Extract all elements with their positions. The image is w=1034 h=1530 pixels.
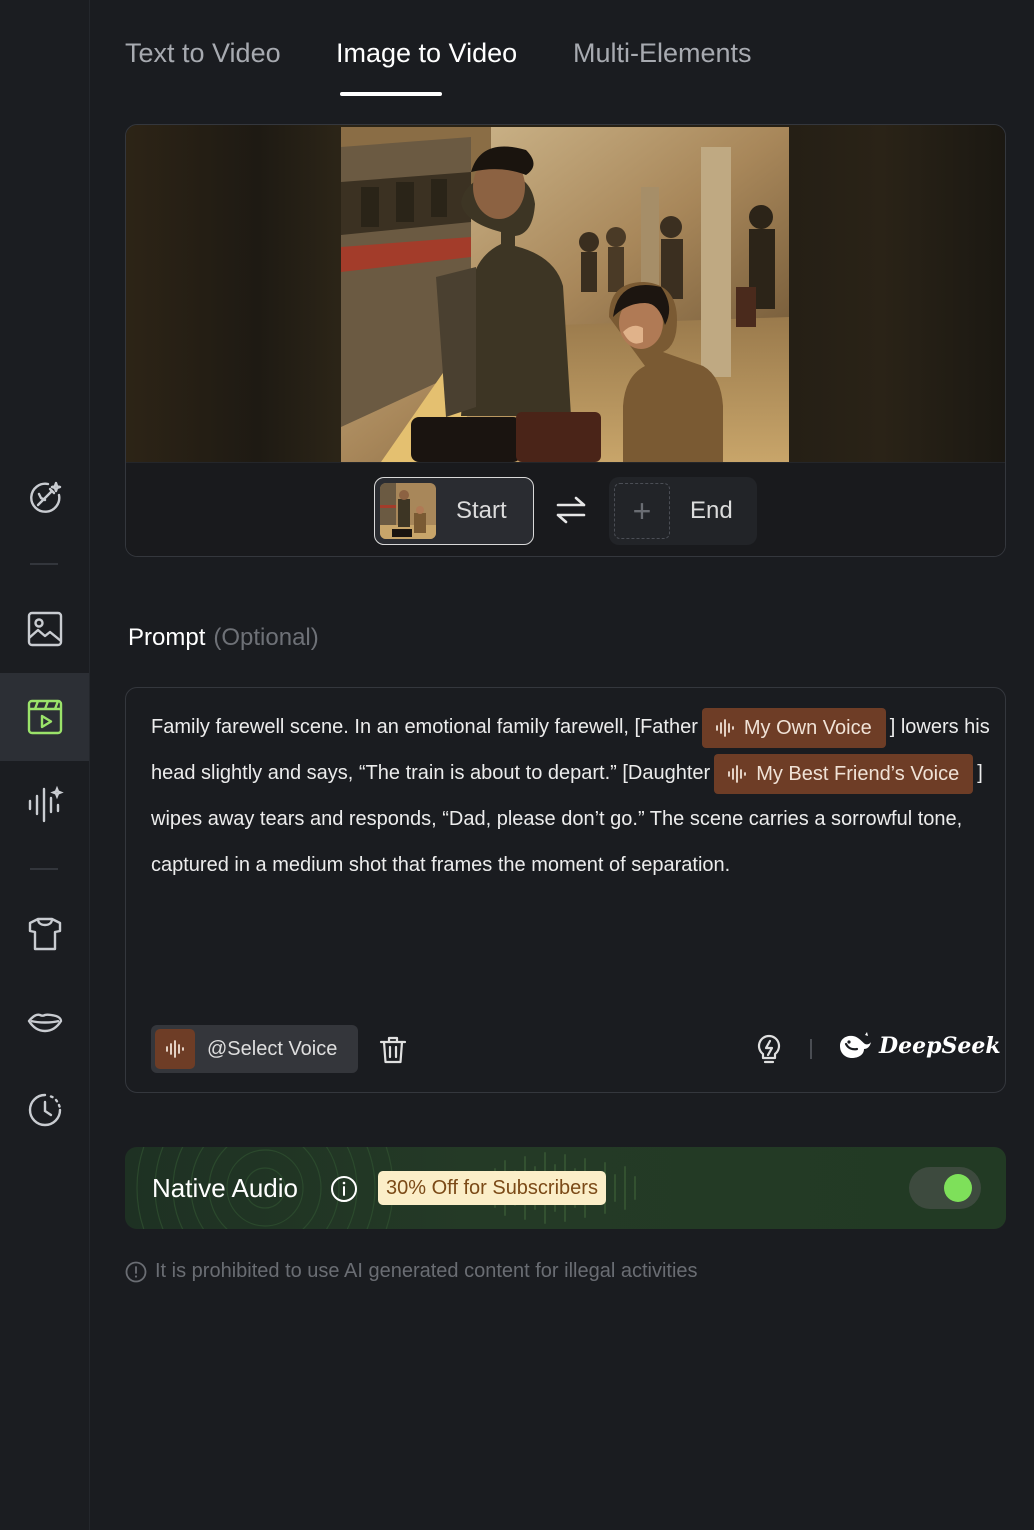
voice-tag-label: My Own Voice [743, 716, 872, 739]
toggle-knob [944, 1174, 972, 1202]
lightbulb-icon[interactable] [755, 1034, 783, 1064]
voice-tag-label: My Best Friend’s Voice [756, 762, 960, 785]
disclaimer-text: It is prohibited to use AI generated con… [155, 1260, 698, 1282]
voice-tag-father[interactable]: My Own Voice [701, 707, 886, 748]
tab-text-to-video[interactable]: Text to Video [125, 38, 281, 69]
end-frame-label: End [690, 497, 733, 524]
prompt-editor: Family farewell scene. In an emotional f… [125, 687, 1006, 1093]
deepseek-whale-icon [840, 1032, 871, 1058]
tab-image-to-video[interactable]: Image to Video [336, 38, 517, 69]
prompt-text-segment: Family farewell scene. In an emotional f… [151, 716, 698, 738]
video-icon [27, 699, 62, 735]
image-icon [27, 611, 62, 647]
frame-controls: Start + End [126, 462, 1005, 556]
deepseek-label: DeepSeek [879, 1033, 1001, 1059]
history-icon [28, 1093, 61, 1127]
add-end-frame-icon: + [614, 483, 670, 539]
trash-icon[interactable] [379, 1035, 407, 1065]
voice-tag-daughter[interactable]: My Best Friend’s Voice [714, 753, 974, 794]
sidebar-divider [30, 868, 58, 870]
shirt-icon [28, 917, 61, 951]
magic-wand-icon [29, 481, 61, 513]
lips-icon [27, 1013, 62, 1033]
sidebar-item-history[interactable] [0, 1066, 89, 1154]
waveform-icon [155, 1029, 195, 1069]
disclaimer: It is prohibited to use AI generated con… [125, 1260, 698, 1283]
sidebar-item-video[interactable] [0, 673, 89, 761]
prompt-optional-label: (Optional) [213, 624, 319, 651]
toolbar-divider [810, 1039, 812, 1059]
deepseek-button[interactable]: DeepSeek [837, 1031, 1001, 1061]
swap-frames-icon[interactable] [554, 493, 588, 527]
active-tab-indicator [340, 92, 442, 96]
prompt-textarea[interactable]: Family farewell scene. In an emotional f… [151, 704, 991, 888]
start-frame-thumbnail [380, 483, 436, 539]
sidebar-item-lipsync[interactable] [0, 978, 89, 1066]
info-icon[interactable] [330, 1175, 358, 1203]
sidebar-item-magic[interactable] [0, 454, 89, 542]
end-frame-button[interactable]: + End [609, 477, 757, 545]
preview-photo [341, 127, 789, 462]
prompt-heading: Prompt (Optional) [128, 624, 319, 652]
sidebar [0, 0, 90, 1530]
image-preview[interactable] [126, 125, 1005, 462]
native-audio-panel: Native Audio 30% Off for Subscribers [125, 1147, 1006, 1229]
warning-info-icon [125, 1261, 147, 1282]
native-audio-toggle[interactable] [909, 1167, 981, 1209]
native-audio-title: Native Audio [152, 1173, 298, 1203]
subscriber-discount-badge: 30% Off for Subscribers [378, 1171, 606, 1205]
audio-sparkle-icon [28, 785, 64, 823]
image-upload-card: Start + End [125, 124, 1006, 557]
sidebar-divider [30, 563, 58, 565]
prompt-label: Prompt [128, 624, 206, 651]
prompt-toolbar: @Select Voice DeepSeek [151, 1025, 1001, 1073]
waveform-icon [715, 718, 734, 737]
tab-multi-elements[interactable]: Multi-Elements [573, 38, 752, 69]
select-voice-label: @Select Voice [207, 1037, 338, 1060]
start-frame-label: Start [456, 497, 507, 524]
select-voice-button[interactable]: @Select Voice [151, 1025, 358, 1073]
sidebar-item-image[interactable] [0, 585, 89, 673]
start-frame-button[interactable]: Start [374, 477, 534, 545]
waveform-icon [728, 764, 747, 783]
sidebar-item-outfit[interactable] [0, 890, 89, 978]
sidebar-item-audio[interactable] [0, 760, 89, 848]
